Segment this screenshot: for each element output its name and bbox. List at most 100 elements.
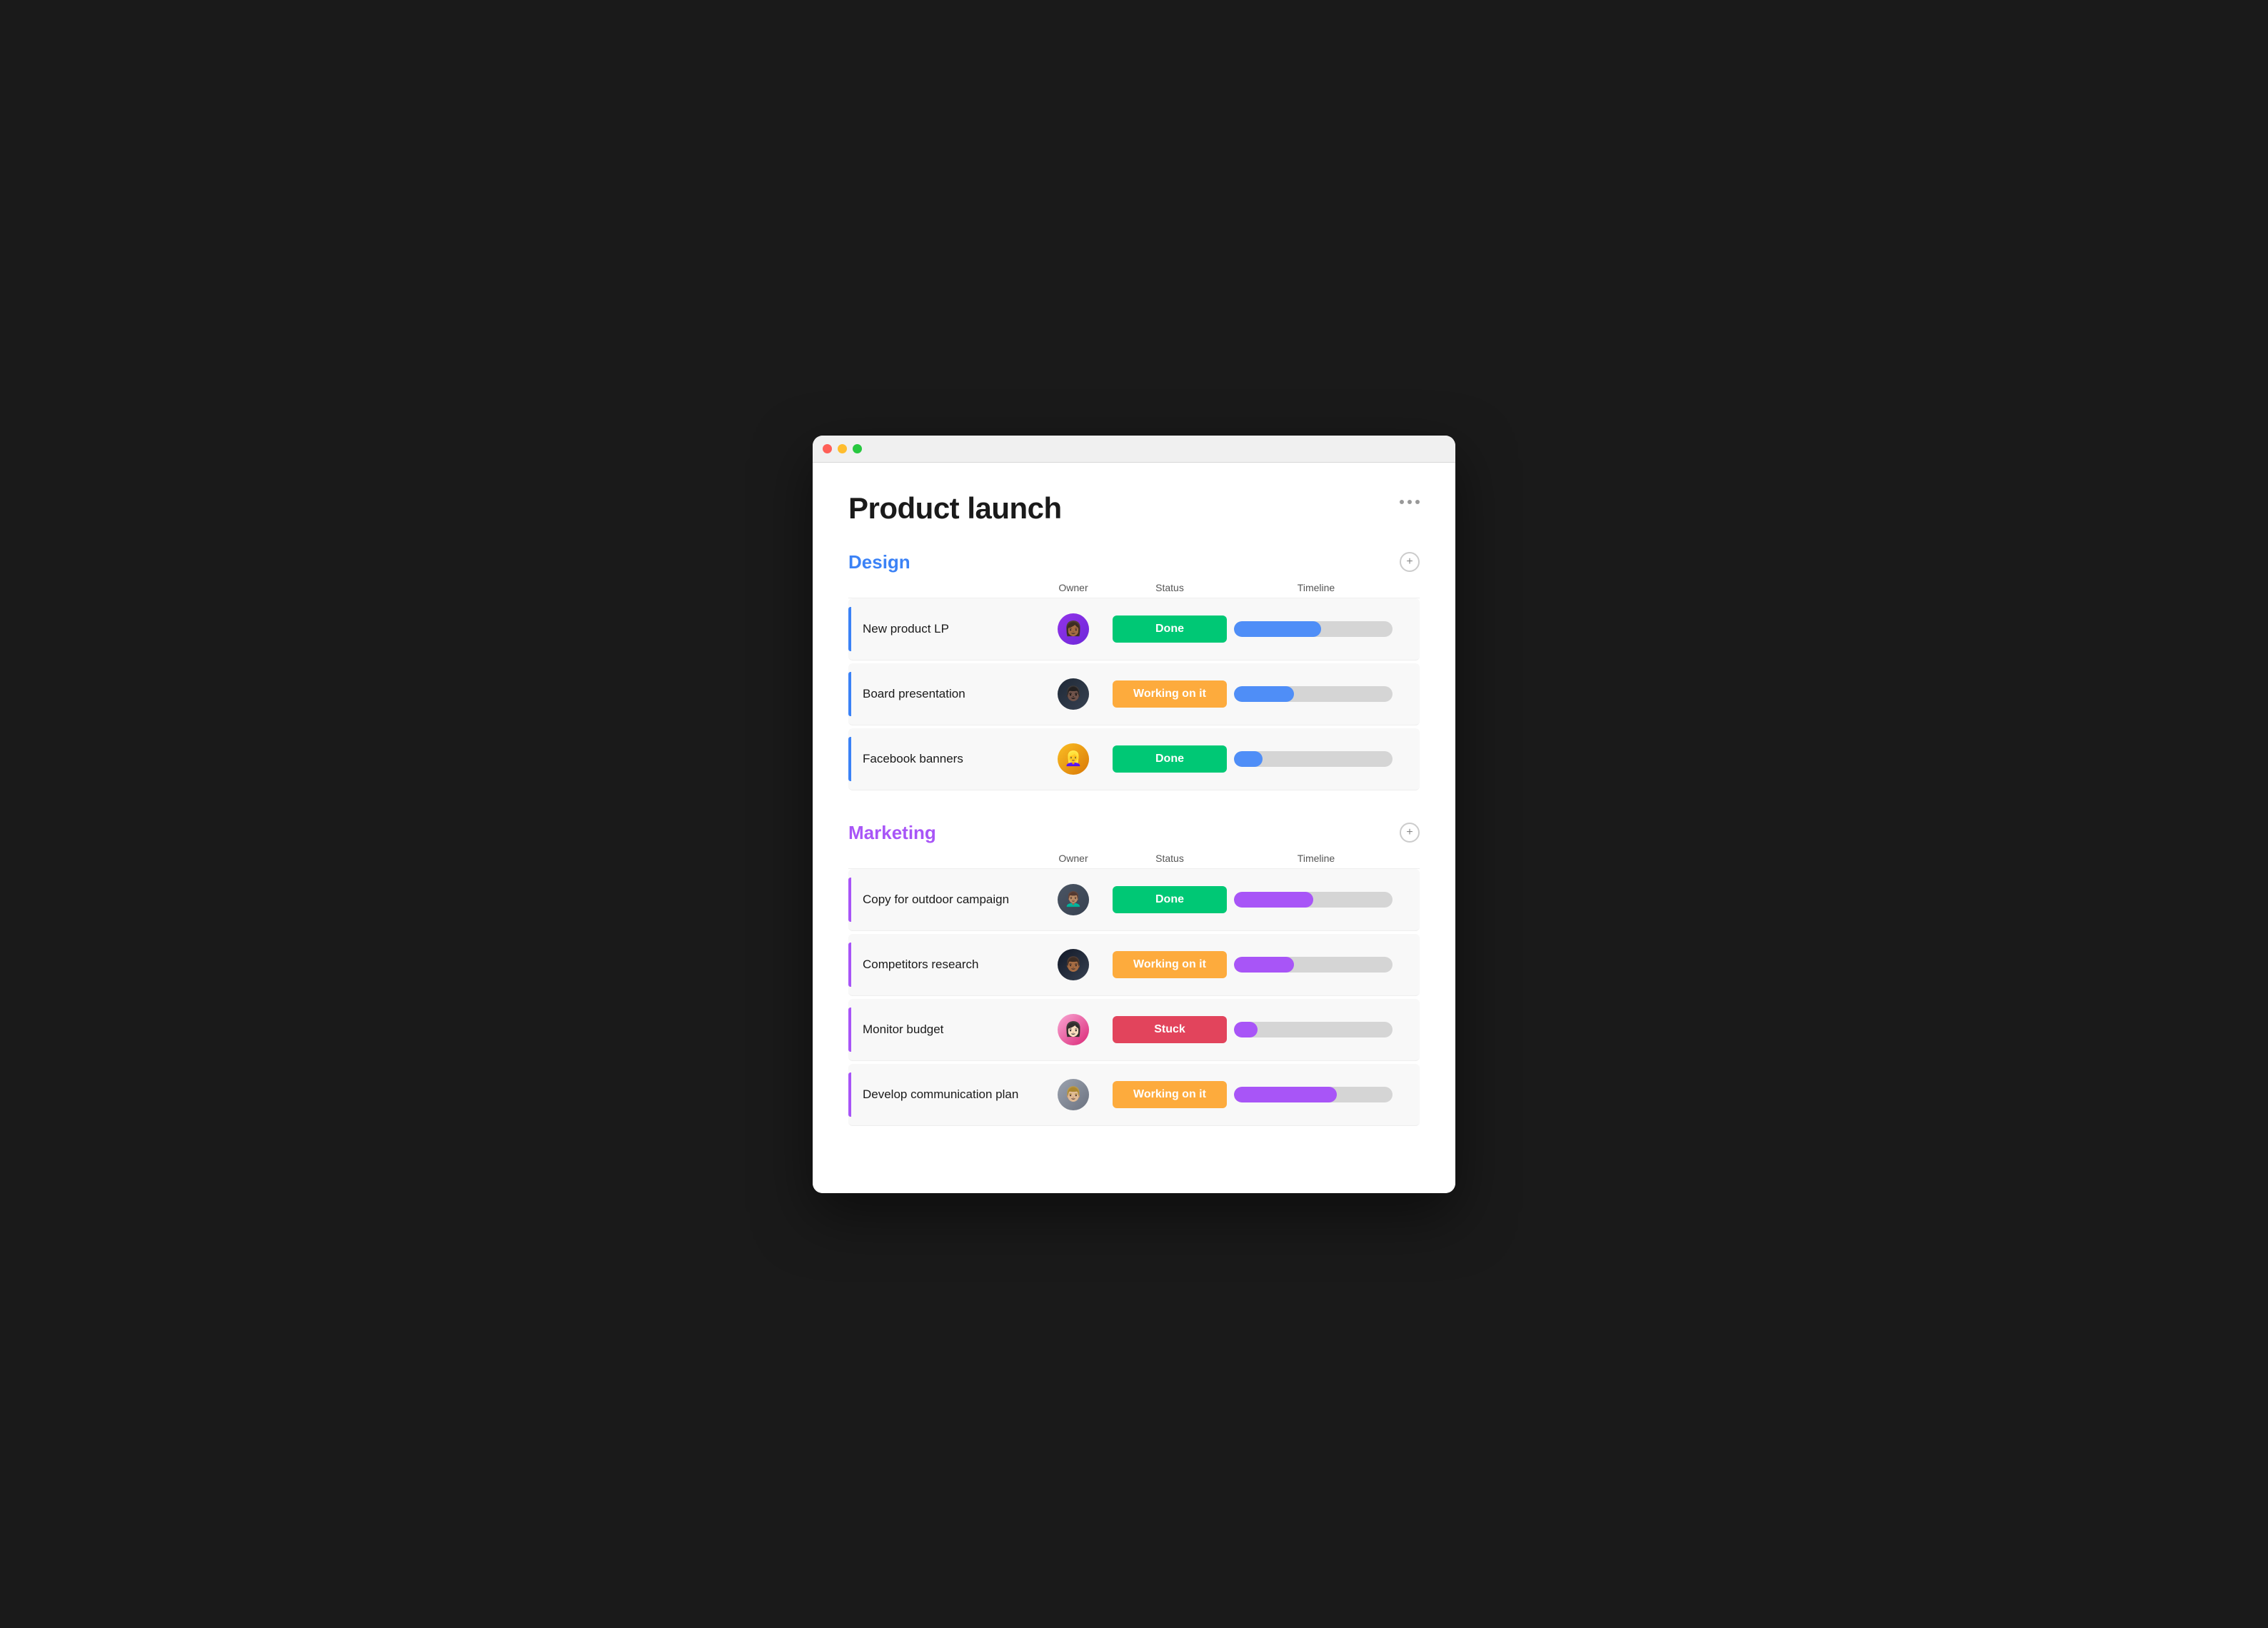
owner-cell: 👩🏾 (1041, 613, 1105, 645)
more-options-button[interactable] (1400, 500, 1420, 504)
design-table-header: Owner Status Timeline (848, 582, 1420, 598)
timeline-bar-bg (1234, 621, 1393, 637)
timeline-bar-fill (1234, 751, 1263, 767)
status-cell[interactable]: Working on it (1105, 1081, 1234, 1108)
status-badge[interactable]: Working on it (1113, 680, 1227, 708)
design-col-timeline: Timeline (1234, 582, 1398, 593)
marketing-section-header: Marketing + (848, 822, 1420, 844)
traffic-lights (823, 444, 862, 453)
title-bar (813, 436, 1455, 463)
task-name: Copy for outdoor campaign (851, 893, 1009, 907)
task-cell[interactable]: Develop communication plan (848, 1064, 1041, 1125)
status-badge[interactable]: Working on it (1113, 951, 1227, 978)
avatar: 👨🏿 (1058, 678, 1089, 710)
task-name: Competitors research (851, 958, 979, 972)
page-title: Product launch (848, 491, 1062, 526)
task-name: Facebook banners (851, 752, 963, 766)
timeline-bar-bg (1234, 1087, 1393, 1102)
marketing-col-timeline: Timeline (1234, 853, 1398, 864)
status-badge[interactable]: Working on it (1113, 1081, 1227, 1108)
avatar: 👨🏾 (1058, 949, 1089, 980)
table-row: Board presentation 👨🏿 Working on it (848, 663, 1420, 725)
more-dot-3 (1415, 500, 1420, 504)
status-cell[interactable]: Stuck (1105, 1016, 1234, 1043)
design-section: Design + Owner Status Timeline New produ… (848, 551, 1420, 790)
avatar: 👨🏼 (1058, 1079, 1089, 1110)
marketing-col-status: Status (1105, 853, 1234, 864)
marketing-section-title: Marketing (848, 822, 936, 844)
task-cell[interactable]: Competitors research (848, 934, 1041, 995)
timeline-bar-bg (1234, 1022, 1393, 1037)
design-col-extra (1398, 582, 1420, 593)
status-cell[interactable]: Done (1105, 886, 1234, 913)
timeline-bar-fill (1234, 1087, 1337, 1102)
timeline-bar-bg (1234, 957, 1393, 973)
app-window: Product launch Design + Owner Status Tim… (813, 436, 1455, 1193)
status-badge[interactable]: Done (1113, 886, 1227, 913)
avatar: 👩🏾 (1058, 613, 1089, 645)
timeline-cell (1234, 1087, 1398, 1102)
table-row: Develop communication plan 👨🏼 Working on… (848, 1064, 1420, 1126)
marketing-table-header: Owner Status Timeline (848, 853, 1420, 869)
timeline-bar-fill (1234, 1022, 1258, 1037)
design-col-owner: Owner (1041, 582, 1105, 593)
design-add-button[interactable]: + (1400, 552, 1420, 572)
design-col-task (848, 582, 1041, 593)
close-button[interactable] (823, 444, 832, 453)
task-name: Board presentation (851, 687, 965, 701)
table-row: Competitors research 👨🏾 Working on it (848, 934, 1420, 996)
task-cell[interactable]: Board presentation (848, 663, 1041, 725)
timeline-bar-fill (1234, 892, 1313, 908)
table-row: Facebook banners 👱‍♀️ Done (848, 728, 1420, 790)
main-content: Product launch Design + Owner Status Tim… (813, 463, 1455, 1193)
task-cell[interactable]: New product LP (848, 598, 1041, 660)
timeline-bar-bg (1234, 751, 1393, 767)
maximize-button[interactable] (853, 444, 862, 453)
status-badge[interactable]: Stuck (1113, 1016, 1227, 1043)
task-cell[interactable]: Monitor budget (848, 999, 1041, 1060)
task-name: New product LP (851, 622, 949, 636)
marketing-col-extra (1398, 853, 1420, 864)
status-badge[interactable]: Done (1113, 745, 1227, 773)
timeline-cell (1234, 751, 1398, 767)
owner-cell: 👨🏿 (1041, 678, 1105, 710)
timeline-cell (1234, 686, 1398, 702)
task-name: Monitor budget (851, 1022, 943, 1037)
timeline-bar-fill (1234, 686, 1294, 702)
timeline-bar-bg (1234, 686, 1393, 702)
timeline-bar-fill (1234, 621, 1321, 637)
owner-cell: 👨🏽‍🦱 (1041, 884, 1105, 915)
status-badge[interactable]: Done (1113, 615, 1227, 643)
marketing-add-button[interactable]: + (1400, 823, 1420, 843)
marketing-task-list: Copy for outdoor campaign 👨🏽‍🦱 Done Comp… (848, 869, 1420, 1126)
marketing-col-task (848, 853, 1041, 864)
status-cell[interactable]: Done (1105, 615, 1234, 643)
minimize-button[interactable] (838, 444, 847, 453)
marketing-section: Marketing + Owner Status Timeline Copy f… (848, 822, 1420, 1126)
status-cell[interactable]: Done (1105, 745, 1234, 773)
page-header: Product launch (848, 491, 1420, 526)
table-row: Monitor budget 👩🏻 Stuck (848, 999, 1420, 1061)
timeline-bar-bg (1234, 892, 1393, 908)
timeline-bar-fill (1234, 957, 1294, 973)
status-cell[interactable]: Working on it (1105, 951, 1234, 978)
avatar: 👱‍♀️ (1058, 743, 1089, 775)
owner-cell: 👨🏼 (1041, 1079, 1105, 1110)
design-section-header: Design + (848, 551, 1420, 573)
design-col-status: Status (1105, 582, 1234, 593)
design-task-list: New product LP 👩🏾 Done Board presentatio… (848, 598, 1420, 790)
task-cell[interactable]: Facebook banners (848, 728, 1041, 790)
owner-cell: 👱‍♀️ (1041, 743, 1105, 775)
more-dot-2 (1408, 500, 1412, 504)
timeline-cell (1234, 621, 1398, 637)
timeline-cell (1234, 957, 1398, 973)
owner-cell: 👨🏾 (1041, 949, 1105, 980)
timeline-cell (1234, 892, 1398, 908)
status-cell[interactable]: Working on it (1105, 680, 1234, 708)
table-row: Copy for outdoor campaign 👨🏽‍🦱 Done (848, 869, 1420, 931)
avatar: 👨🏽‍🦱 (1058, 884, 1089, 915)
timeline-cell (1234, 1022, 1398, 1037)
more-dot-1 (1400, 500, 1404, 504)
marketing-col-owner: Owner (1041, 853, 1105, 864)
task-cell[interactable]: Copy for outdoor campaign (848, 869, 1041, 930)
